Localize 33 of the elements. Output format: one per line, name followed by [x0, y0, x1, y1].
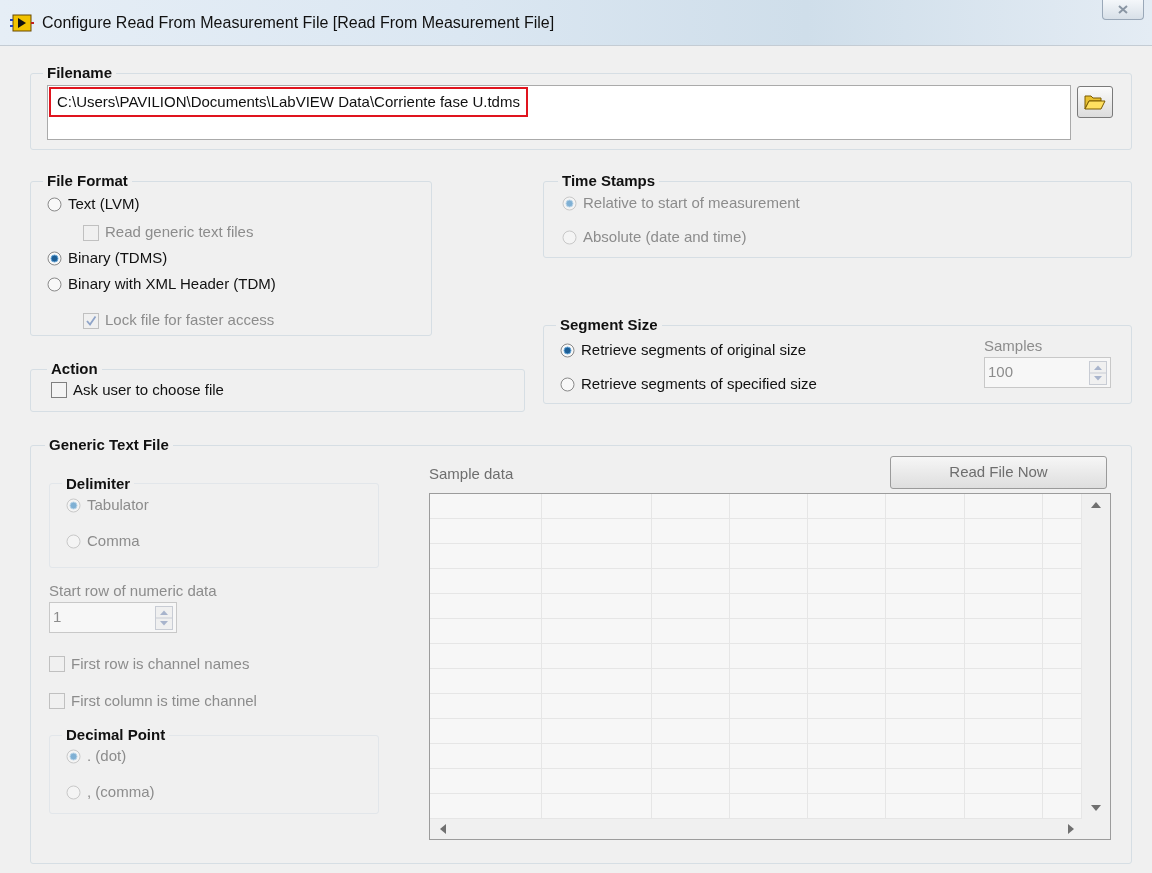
app-icon — [10, 13, 34, 32]
spinner-arrows-icon — [1089, 360, 1107, 385]
radio-option[interactable]: Retrieve segments of specified size — [560, 368, 817, 401]
radio-option[interactable]: Binary (TDMS) — [47, 244, 168, 273]
field-value: 100 — [988, 362, 1015, 383]
filename-field[interactable]: C:\Users\PAVILION\Documents\LabVIEW Data\Corriente fase U.tdms — [47, 84, 1071, 140]
folder-icon — [1084, 93, 1106, 110]
scroll-right-icon — [1068, 824, 1074, 834]
close-icon — [1118, 5, 1128, 14]
browse-button[interactable] — [1077, 85, 1113, 118]
group-title: Generic Text File — [48, 435, 170, 455]
sample-data-label: Sample data — [429, 463, 514, 484]
window-title: Configure Read From Measurement File [Read From Measurement File] — [42, 12, 555, 33]
field-value: 1 — [53, 607, 63, 628]
spinner-arrows-icon — [155, 605, 173, 630]
start-row-label: Start row of numeric data — [49, 580, 218, 601]
scroll-down-icon — [1091, 805, 1101, 811]
group-title: Filename — [46, 63, 114, 83]
radio-option[interactable]: Binary with XML Header (TDM) — [47, 270, 276, 299]
close-button[interactable] — [1102, 0, 1144, 20]
scroll-up-icon — [1091, 502, 1101, 508]
group-title: Delimiter — [65, 473, 132, 494]
radio-option[interactable]: Text (LVM) — [47, 190, 140, 219]
checkbox-option[interactable]: Ask user to choose file — [51, 378, 224, 401]
radio-option[interactable]: Retrieve segments of original size — [560, 334, 807, 367]
group-title: Decimal Point — [65, 725, 167, 745]
group-title: Segment Size — [559, 315, 659, 335]
group-title: Action — [50, 359, 99, 379]
group-title: Time Stamps — [561, 171, 657, 191]
filename-value: C:\Users\PAVILION\Documents\LabVIEW Data\Corriente fase U.tdms — [49, 86, 528, 117]
group-title: File Format — [46, 171, 129, 191]
scroll-left-icon — [440, 824, 446, 834]
samples-label: Samples — [984, 335, 1044, 356]
